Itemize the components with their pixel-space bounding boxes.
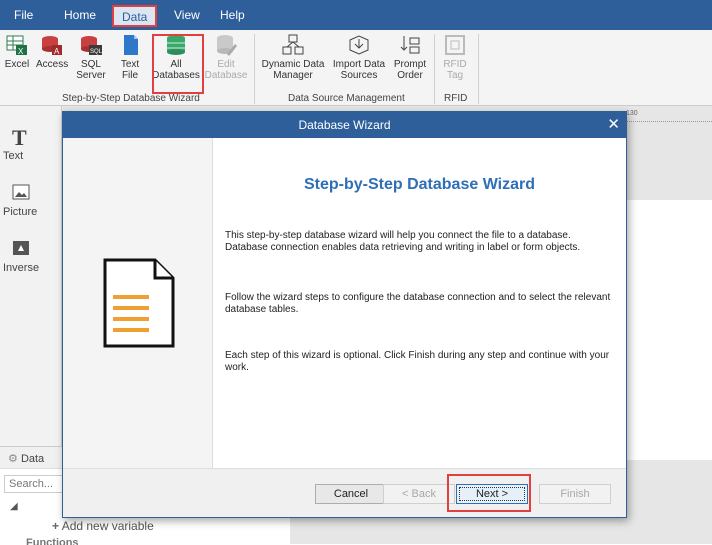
text-file-icon xyxy=(119,34,141,56)
sql-server-button[interactable]: SQL SQL Server xyxy=(74,34,108,81)
dynamic-label-1: Dynamic Data xyxy=(261,59,325,70)
import-data-sources-button[interactable]: Import Data Sources xyxy=(330,34,388,81)
text-label-2: File xyxy=(121,70,139,81)
label-page[interactable] xyxy=(626,200,712,460)
dynamic-data-manager-button[interactable]: Dynamic Data Manager xyxy=(260,34,326,81)
data-source-group-label: Data Source Management xyxy=(288,93,405,104)
inverse-tool[interactable]: Inverse xyxy=(0,240,62,274)
excel-button[interactable]: X Excel xyxy=(2,34,32,70)
rfid-label-2: Tag xyxy=(446,70,464,81)
dialog-intro-text: This step-by-step database wizard will h… xyxy=(225,230,581,253)
db-wizard-group-label: Step-by-Step Database Wizard xyxy=(62,93,200,104)
rfid-tag-button[interactable]: RFID Tag xyxy=(440,34,470,81)
designer-window: File Home Data View Help X Excel A Acces… xyxy=(0,0,712,545)
sql-server-icon: SQL xyxy=(80,34,103,56)
all-databases-highlight xyxy=(152,34,204,94)
next-button-highlight xyxy=(447,474,531,512)
ribbon-separator xyxy=(478,34,479,104)
excel-label: Excel xyxy=(4,59,30,70)
excel-icon: X xyxy=(6,34,28,56)
menu-help[interactable]: Help xyxy=(220,8,245,22)
inverse-tool-label: Inverse xyxy=(3,262,40,274)
svg-text:SQL: SQL xyxy=(90,49,102,55)
text-file-button[interactable]: Text File xyxy=(116,34,144,81)
prompt-label-2: Order xyxy=(397,70,423,81)
text-tool-label: Text xyxy=(3,150,24,162)
dialog-side-panel xyxy=(63,138,213,468)
horizontal-ruler: 130 xyxy=(626,110,712,122)
cancel-button[interactable]: Cancel xyxy=(315,484,387,504)
access-icon: A xyxy=(41,34,63,56)
inverse-icon xyxy=(12,240,32,260)
text-tool[interactable]: T Text xyxy=(0,125,62,163)
prompt-label-1: Prompt xyxy=(393,59,427,70)
add-variable-item[interactable]: + Add new variable xyxy=(52,519,154,533)
dialog-footer: Cancel < Back Next > Finish xyxy=(63,468,626,517)
plus-icon: + xyxy=(52,519,60,533)
text-tool-icon: T xyxy=(12,125,27,150)
menu-data[interactable]: Data xyxy=(112,5,158,27)
svg-text:A: A xyxy=(54,47,60,56)
dynamic-label-2: Manager xyxy=(273,70,313,81)
document-icon xyxy=(103,258,175,351)
finish-button[interactable]: Finish xyxy=(539,484,611,504)
edit-db-label-1: Edit xyxy=(217,59,235,70)
sql-label-1: SQL xyxy=(80,59,101,70)
data-panel-icon: ⚙ xyxy=(8,453,18,465)
ribbon-separator xyxy=(254,34,255,104)
ribbon: X Excel A Access SQL SQL Server Text Fil… xyxy=(0,30,712,106)
import-data-icon xyxy=(348,34,370,56)
dialog-optional-text: Each step of this wizard is optional. Cl… xyxy=(225,350,610,373)
ruler-mark: 130 xyxy=(626,110,638,117)
picture-tool-label: Picture xyxy=(3,206,38,218)
object-toolbox: T Text Picture Inverse xyxy=(0,106,62,446)
database-wizard-dialog: Database Wizard ✕ Step-by-Step Database … xyxy=(62,111,627,518)
data-panel-title: Data xyxy=(20,453,45,465)
dialog-title-bar: Database Wizard ✕ xyxy=(63,112,626,138)
text-label-1: Text xyxy=(120,59,140,70)
expand-arrow-icon[interactable]: ◢ xyxy=(10,501,18,512)
close-icon[interactable]: ✕ xyxy=(607,112,620,138)
rfid-group-label: RFID xyxy=(444,93,468,104)
rfid-label-1: RFID xyxy=(443,59,467,70)
edit-database-button[interactable]: Edit Database xyxy=(204,34,248,81)
edit-database-icon xyxy=(215,34,237,56)
dynamic-data-icon xyxy=(282,34,304,56)
rfid-tag-icon xyxy=(444,34,466,56)
menu-file[interactable]: File xyxy=(14,8,33,22)
menu-home[interactable]: Home xyxy=(64,8,96,22)
ribbon-separator xyxy=(434,34,435,104)
import-label-2: Sources xyxy=(340,70,378,81)
dialog-steps-text: Follow the wizard steps to configure the… xyxy=(225,292,611,315)
dialog-heading: Step-by-Step Database Wizard xyxy=(303,176,535,193)
add-variable-label: Add new variable xyxy=(61,519,154,533)
dialog-title: Database Wizard xyxy=(298,118,391,132)
import-label-1: Import Data xyxy=(332,59,386,70)
menu-bar: File Home Data View Help xyxy=(0,0,712,30)
prompt-order-icon xyxy=(399,34,421,56)
back-button[interactable]: < Back xyxy=(383,484,455,504)
sql-label-2: Server xyxy=(76,70,106,81)
picture-icon xyxy=(12,184,32,204)
access-label: Access xyxy=(36,59,69,70)
prompt-order-button[interactable]: Prompt Order xyxy=(392,34,428,81)
svg-text:X: X xyxy=(18,47,24,56)
edit-db-label-2: Database xyxy=(204,70,248,81)
picture-tool[interactable]: Picture xyxy=(0,184,62,218)
access-button[interactable]: A Access xyxy=(36,34,68,70)
menu-view[interactable]: View xyxy=(174,8,200,22)
